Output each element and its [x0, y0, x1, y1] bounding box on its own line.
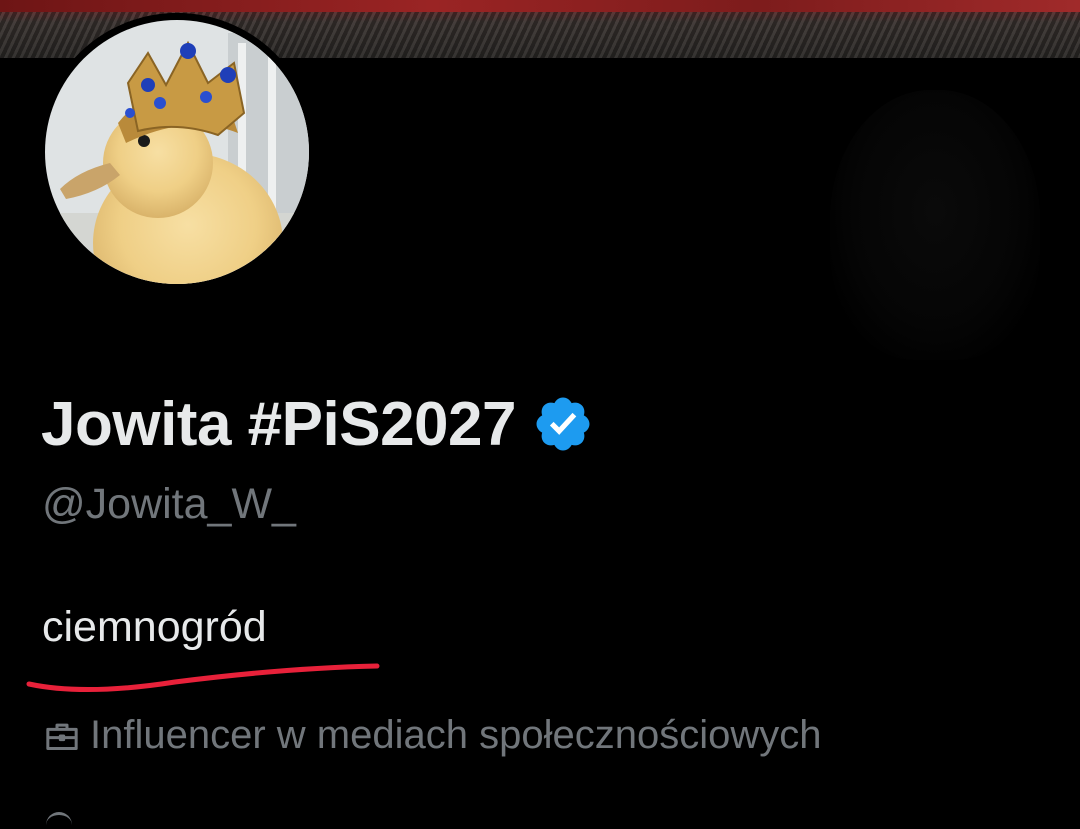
profile-bio: ciemnogród [42, 603, 267, 651]
briefcase-icon [46, 723, 78, 750]
display-name-row: Jowita #PiS2027 [41, 384, 594, 464]
location-icon [46, 812, 72, 829]
background-silhouette [830, 90, 1040, 360]
professional-category: Influencer w mediach społecznościowych [42, 713, 821, 758]
profile-handle: @Jowita_W_ [42, 480, 296, 528]
red-underline-annotation [26, 663, 380, 693]
verified-badge-icon[interactable] [532, 393, 594, 455]
avatar[interactable] [38, 13, 316, 291]
banner-image [0, 0, 1080, 12]
category-label: Influencer w mediach społecznościowych [90, 713, 822, 757]
avatar-duckling-image [38, 13, 316, 291]
display-name: Jowita #PiS2027 [41, 389, 517, 459]
